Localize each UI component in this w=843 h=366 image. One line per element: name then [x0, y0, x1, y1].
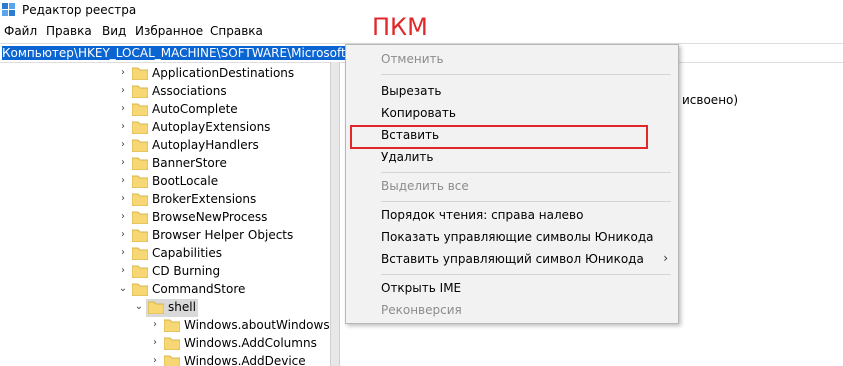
tree-item[interactable]: › ApplicationDestinations: [0, 65, 330, 83]
tree-item[interactable]: › AutoplayHandlers: [0, 137, 330, 155]
menu-view[interactable]: Вид: [102, 24, 126, 38]
chevron-right-icon[interactable]: ›: [150, 337, 160, 349]
folder-icon: [132, 247, 148, 260]
tree-item[interactable]: › Browser Helper Objects: [0, 227, 330, 245]
pane-splitter[interactable]: [330, 62, 340, 366]
menu-favorites[interactable]: Избранное: [135, 24, 203, 38]
menu-item-rtl[interactable]: Порядок чтения: справа налево: [346, 204, 678, 226]
chevron-right-icon[interactable]: ›: [118, 85, 128, 97]
menu-item-copy[interactable]: Копировать: [346, 102, 678, 124]
tree-item[interactable]: › Windows.aboutWindows: [0, 317, 330, 335]
chevron-right-icon[interactable]: ›: [118, 175, 128, 187]
folder-icon: [132, 265, 148, 278]
menu-item-select-all[interactable]: Выделить все: [346, 175, 678, 197]
chevron-right-icon[interactable]: ›: [118, 265, 128, 277]
tree-item[interactable]: › AutoplayExtensions: [0, 119, 330, 137]
menu-item-insert-unicode[interactable]: Вставить управляющий символ Юникода ›: [346, 248, 678, 270]
window-title: Редактор реестра: [22, 3, 137, 17]
folder-open-icon: [148, 301, 164, 314]
menu-item-show-unicode[interactable]: Показать управляющие символы Юникода: [346, 226, 678, 248]
folder-open-icon: [132, 283, 148, 296]
menu-item-open-ime[interactable]: Открыть IME: [346, 277, 678, 299]
chevron-right-icon[interactable]: ›: [118, 121, 128, 133]
folder-icon: [164, 337, 180, 350]
chevron-right-icon[interactable]: ›: [118, 211, 128, 223]
chevron-right-icon: ›: [663, 251, 668, 265]
chevron-right-icon[interactable]: ›: [118, 229, 128, 241]
menu-item-undo[interactable]: Отменить: [346, 48, 678, 70]
chevron-right-icon[interactable]: ›: [150, 355, 160, 366]
tree-item[interactable]: › BannerStore: [0, 155, 330, 173]
menu-edit[interactable]: Правка: [46, 24, 92, 38]
folder-icon: [132, 157, 148, 170]
context-menu: Отменить Вырезать Копировать Вставить Уд…: [345, 44, 679, 324]
chevron-down-icon[interactable]: ⌄: [134, 301, 144, 313]
folder-icon: [132, 85, 148, 98]
chevron-right-icon[interactable]: ›: [118, 103, 128, 115]
chevron-right-icon[interactable]: ›: [150, 319, 160, 331]
chevron-right-icon[interactable]: ›: [118, 139, 128, 151]
annotation-label: ПКМ: [372, 13, 428, 41]
tree-item[interactable]: ⌄ CommandStore: [0, 281, 330, 299]
chevron-right-icon[interactable]: ›: [118, 247, 128, 259]
tree-item[interactable]: › Windows.AddColumns: [0, 335, 330, 353]
menu-separator: [381, 274, 671, 275]
folder-icon: [132, 229, 148, 242]
folder-icon: [132, 67, 148, 80]
tree-item[interactable]: › Associations: [0, 83, 330, 101]
chevron-right-icon[interactable]: ›: [118, 67, 128, 79]
chevron-down-icon[interactable]: ⌄: [118, 283, 128, 295]
folder-icon: [132, 103, 148, 116]
chevron-right-icon[interactable]: ›: [118, 157, 128, 169]
folder-icon: [132, 211, 148, 224]
registry-editor-icon: [2, 3, 15, 16]
folder-icon: [132, 139, 148, 152]
folder-icon: [164, 355, 180, 366]
menu-separator: [381, 74, 671, 75]
tree-item[interactable]: › AutoComplete: [0, 101, 330, 119]
folder-icon: [132, 175, 148, 188]
tree-item[interactable]: › BootLocale: [0, 173, 330, 191]
chevron-right-icon[interactable]: ›: [118, 193, 128, 205]
menu-item-cut[interactable]: Вырезать: [346, 80, 678, 102]
menu-item-reconversion[interactable]: Реконверсия: [346, 299, 678, 321]
tree-item[interactable]: › BrokerExtensions: [0, 191, 330, 209]
folder-icon: [132, 121, 148, 134]
tree-item-selected[interactable]: ⌄ shell: [0, 299, 330, 317]
tree-item[interactable]: › Capabilities: [0, 245, 330, 263]
tree-item[interactable]: › Windows.AddDevice: [0, 353, 330, 366]
menu-item-delete[interactable]: Удалить: [346, 146, 678, 168]
registry-tree: › ApplicationDestinations › Associations…: [0, 62, 330, 366]
folder-icon: [132, 193, 148, 206]
menu-file[interactable]: Файл: [4, 24, 37, 38]
menu-separator: [381, 172, 671, 173]
menu-help[interactable]: Справка: [210, 24, 263, 38]
tree-item[interactable]: › CD Burning: [0, 263, 330, 281]
menu-separator: [381, 201, 671, 202]
tree-item[interactable]: › BrowseNewProcess: [0, 209, 330, 227]
value-data-text: исвоено): [682, 93, 739, 107]
folder-icon: [164, 319, 180, 332]
